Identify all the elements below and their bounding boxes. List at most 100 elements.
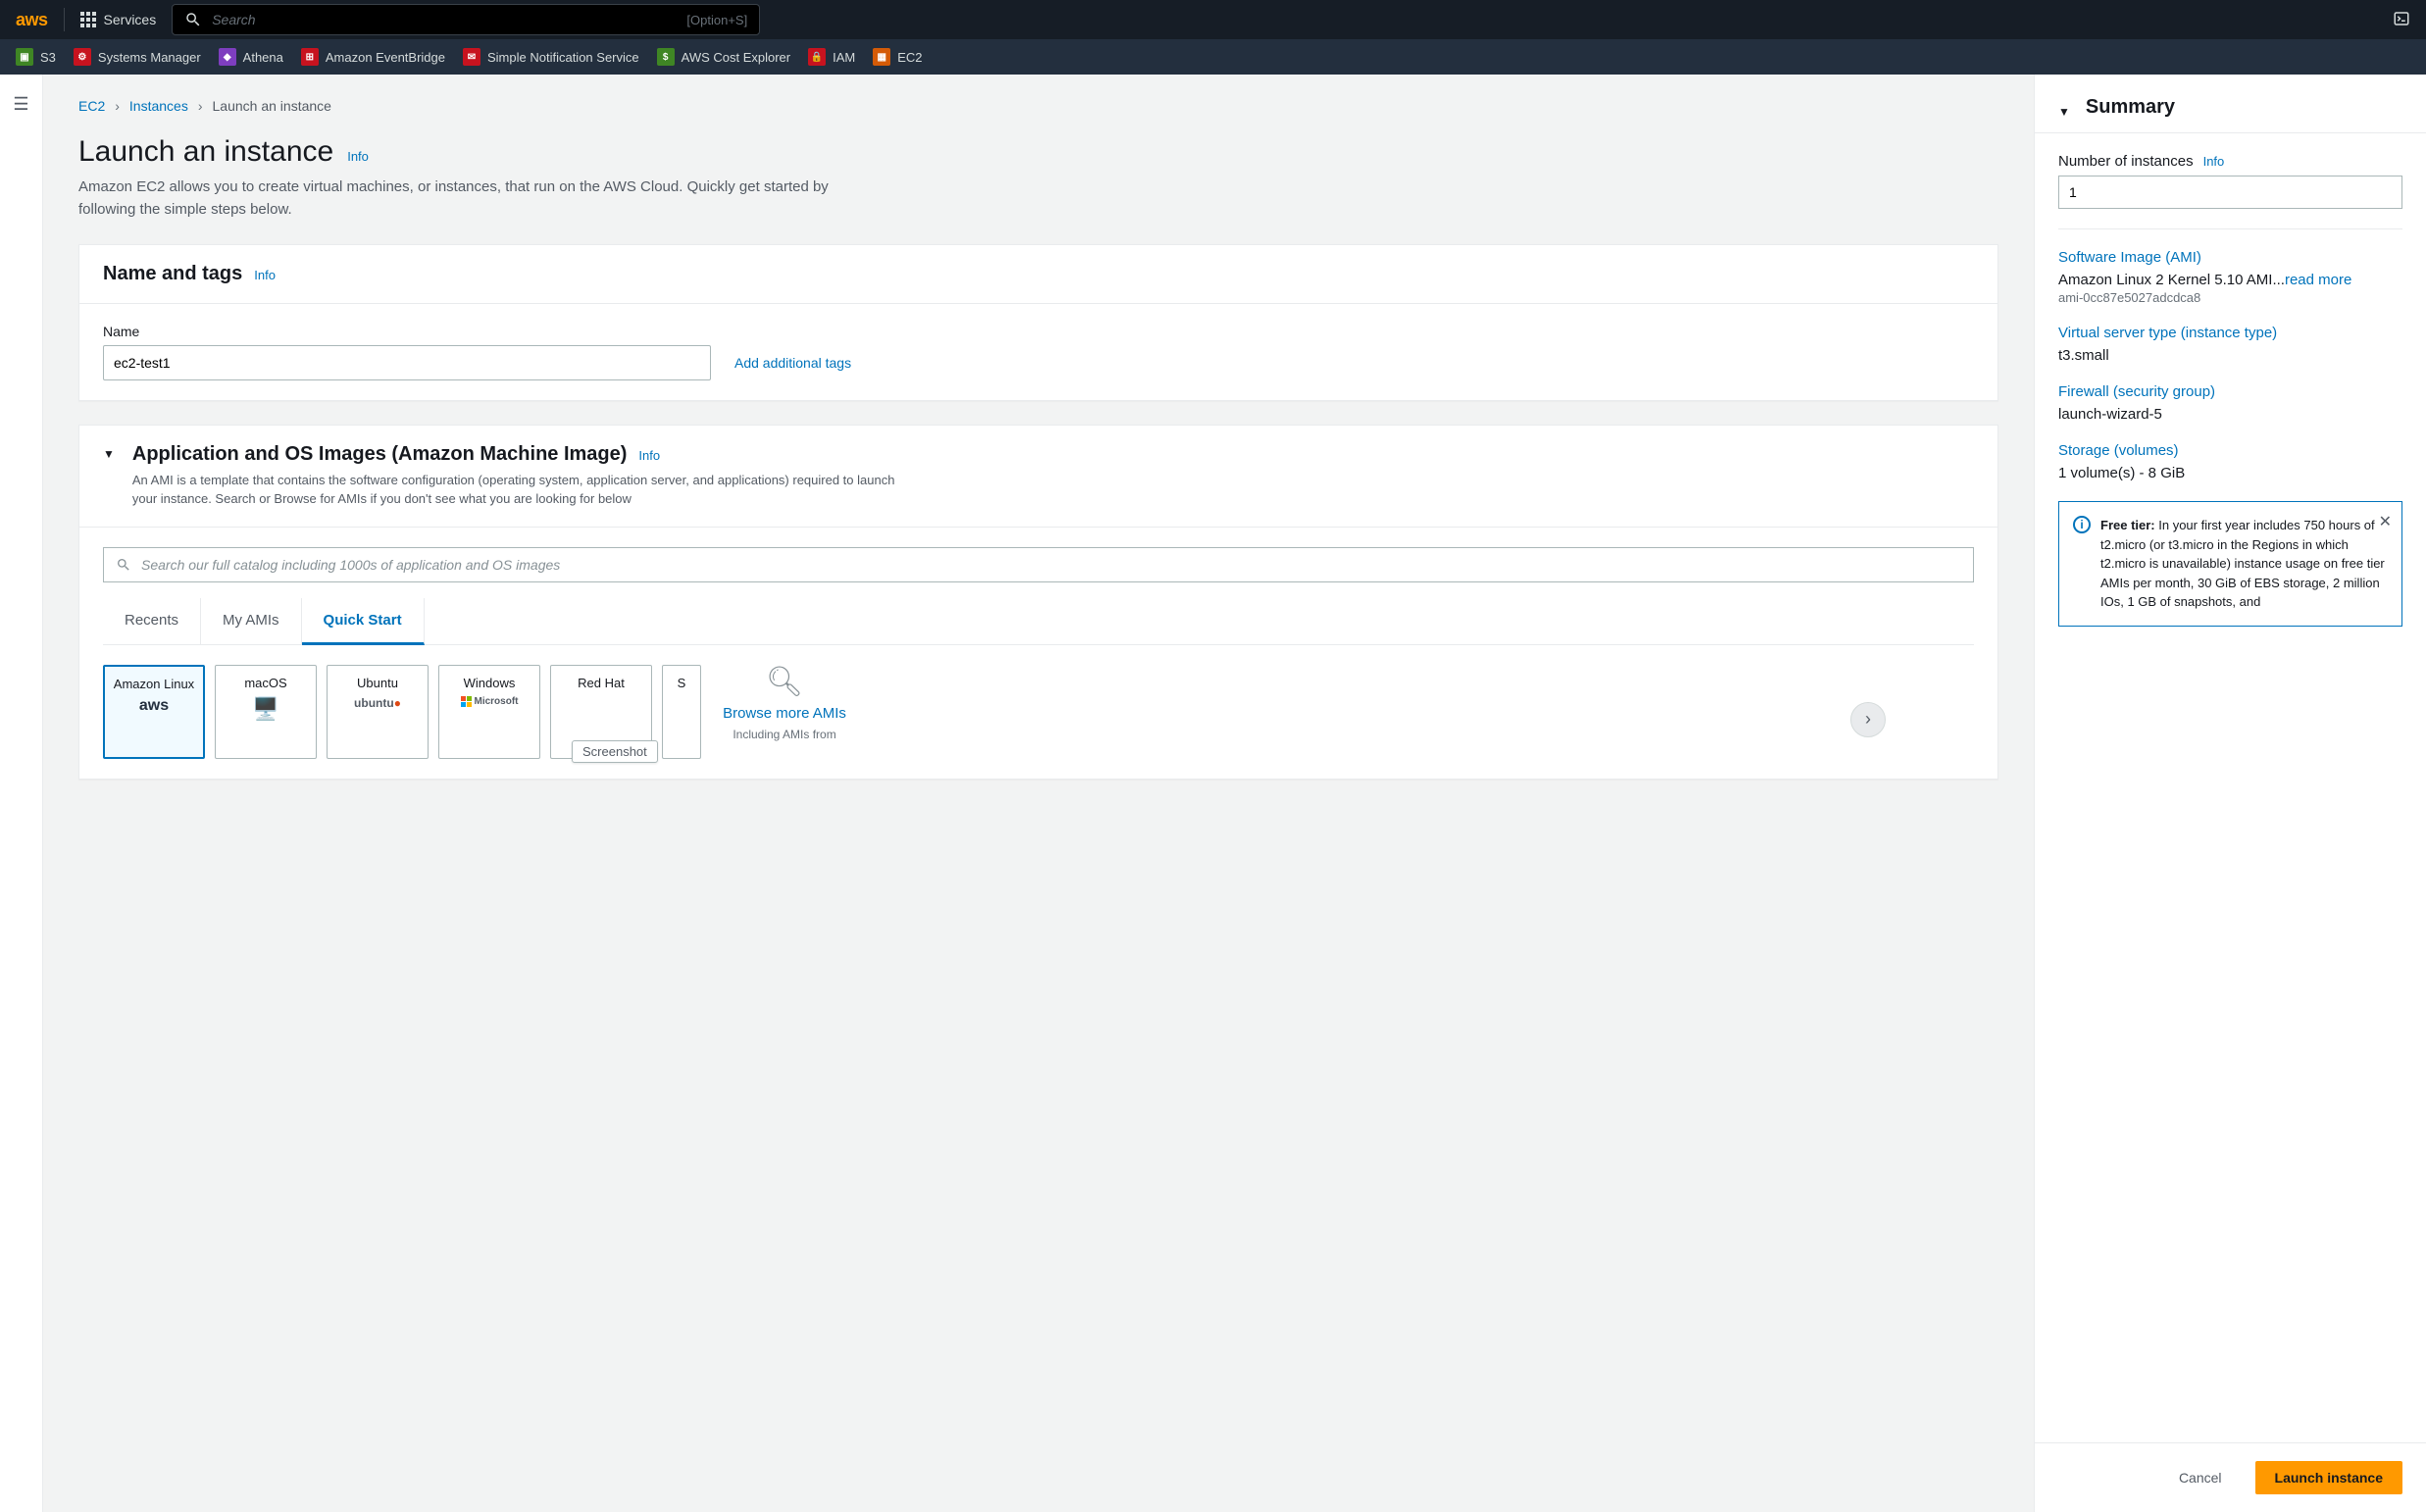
- fav-s3[interactable]: ▣ S3: [16, 48, 56, 66]
- fav-label: S3: [40, 50, 56, 65]
- aws-logo[interactable]: aws: [16, 14, 48, 26]
- free-tier-text: Free tier: In your first year includes 7…: [2100, 516, 2388, 612]
- s3-icon: ▣: [16, 48, 33, 66]
- ami-panel: ▼ Application and OS Images (Amazon Mach…: [78, 425, 1998, 780]
- storage-section-title[interactable]: Storage (volumes): [2058, 442, 2402, 459]
- cloudshell-button[interactable]: [2393, 10, 2410, 30]
- page-description: Amazon EC2 allows you to create virtual …: [78, 176, 883, 221]
- os-cards-row: Amazon Linux aws macOS 🖥️ Ubuntu ubuntu●…: [103, 665, 1974, 759]
- tab-recents[interactable]: Recents: [103, 598, 201, 644]
- page-title: Launch an instance: [78, 135, 333, 169]
- search-hint: [Option+S]: [686, 13, 747, 27]
- summary-panel: ▼ Summary Number of instances Info Softw…: [2034, 75, 2426, 1512]
- grid-icon: [80, 12, 96, 27]
- os-card-ubuntu[interactable]: Ubuntu ubuntu●: [327, 665, 429, 759]
- ubuntu-icon: ubuntu●: [354, 696, 401, 710]
- fav-label: Athena: [243, 50, 283, 65]
- os-card-macos[interactable]: macOS 🖥️: [215, 665, 317, 759]
- breadcrumb-current: Launch an instance: [213, 98, 331, 114]
- eventbridge-icon: ⊞: [301, 48, 319, 66]
- breadcrumb-ec2[interactable]: EC2: [78, 98, 105, 114]
- fav-label: Simple Notification Service: [487, 50, 639, 65]
- storage-value: 1 volume(s) - 8 GiB: [2058, 465, 2402, 481]
- name-row: Add additional tags: [103, 345, 1974, 380]
- ssm-icon: ⚙: [74, 48, 91, 66]
- summary-header: ▼ Summary: [2035, 75, 2426, 133]
- info-link[interactable]: Info: [254, 268, 276, 282]
- panel-header: Name and tags Info: [79, 245, 1997, 304]
- info-link[interactable]: Info: [638, 448, 660, 463]
- chevron-right-icon: ›: [1865, 709, 1871, 730]
- ami-tabs: Recents My AMIs Quick Start: [103, 598, 1974, 645]
- add-tags-link[interactable]: Add additional tags: [734, 355, 851, 371]
- search-icon: [116, 557, 131, 573]
- os-name: S: [678, 676, 686, 691]
- summary-body: Number of instances Info Software Image …: [2035, 133, 2426, 1442]
- fav-athena[interactable]: ◆ Athena: [219, 48, 283, 66]
- os-card-partial[interactable]: S: [662, 665, 701, 759]
- ami-text: Amazon Linux 2 Kernel 5.10 AMI...: [2058, 272, 2285, 288]
- sidebar-collapsed: ☰: [0, 75, 43, 1512]
- ami-description: An AMI is a template that contains the s…: [132, 472, 907, 509]
- page-title-row: Launch an instance Info: [78, 135, 1998, 169]
- fav-eventbridge[interactable]: ⊞Amazon EventBridge: [301, 48, 445, 66]
- ami-id: ami-0cc87e5027adcdca8: [2058, 290, 2402, 305]
- favorites-bar: ▣ S3 ⚙Systems Manager ◆ Athena ⊞Amazon Eve…: [0, 39, 2426, 75]
- os-name: Ubuntu: [357, 676, 398, 691]
- ami-search[interactable]: [103, 547, 1974, 582]
- firewall-section-title[interactable]: Firewall (security group): [2058, 383, 2402, 400]
- read-more-link[interactable]: read more: [2285, 272, 2351, 288]
- instance-name-input[interactable]: [103, 345, 711, 380]
- screenshot-badge: Screenshot: [572, 740, 658, 763]
- info-link[interactable]: Info: [2203, 154, 2225, 169]
- tab-my-amis[interactable]: My AMIs: [201, 598, 302, 644]
- caret-down-icon[interactable]: ▼: [103, 447, 115, 461]
- search-icon: [184, 11, 202, 28]
- launch-instance-button[interactable]: Launch instance: [2255, 1461, 2402, 1494]
- breadcrumb-instances[interactable]: Instances: [129, 98, 188, 114]
- browse-more-amis[interactable]: 🔍︎ Browse more AMIs Including AMIs from: [711, 665, 858, 741]
- fav-systems-manager[interactable]: ⚙Systems Manager: [74, 48, 201, 66]
- ami-section-title[interactable]: Software Image (AMI): [2058, 249, 2402, 266]
- os-card-amazon-linux[interactable]: Amazon Linux aws: [103, 665, 205, 759]
- os-name: Windows: [464, 676, 516, 691]
- type-section-title[interactable]: Virtual server type (instance type): [2058, 325, 2402, 341]
- summary-instance-type: Virtual server type (instance type) t3.s…: [2058, 325, 2402, 364]
- type-value: t3.small: [2058, 347, 2402, 364]
- close-icon[interactable]: ✕: [2379, 512, 2392, 531]
- fav-sns[interactable]: ✉Simple Notification Service: [463, 48, 639, 66]
- summary-title: Summary: [2086, 96, 2175, 119]
- info-link[interactable]: Info: [347, 149, 369, 164]
- magnify-icon: 🔍︎: [711, 665, 858, 699]
- panel-title: Name and tags: [103, 263, 242, 285]
- divider: [2058, 228, 2402, 229]
- fav-label: IAM: [833, 50, 855, 65]
- fav-cost-explorer[interactable]: $AWS Cost Explorer: [657, 48, 791, 66]
- scroll-right-button[interactable]: ›: [1850, 702, 1886, 737]
- breadcrumb: EC2 › Instances › Launch an instance: [78, 98, 1998, 114]
- top-nav: aws Services [Option+S]: [0, 0, 2426, 39]
- fav-ec2[interactable]: ▦EC2: [873, 48, 922, 66]
- iam-icon: 🔒: [808, 48, 826, 66]
- num-instances-input[interactable]: [2058, 176, 2402, 209]
- summary-firewall: Firewall (security group) launch-wizard-…: [2058, 383, 2402, 423]
- os-card-windows[interactable]: Windows Microsoft: [438, 665, 540, 759]
- ami-search-input[interactable]: [141, 557, 1961, 573]
- global-search[interactable]: [Option+S]: [172, 4, 760, 35]
- browse-more-sub: Including AMIs from: [711, 728, 858, 741]
- tab-quickstart[interactable]: Quick Start: [302, 598, 425, 645]
- hamburger-button[interactable]: ☰: [0, 94, 42, 115]
- summary-ami: Software Image (AMI) Amazon Linux 2 Kern…: [2058, 249, 2402, 305]
- label-text: Number of instances: [2058, 153, 2194, 170]
- os-name: macOS: [244, 676, 286, 691]
- os-name: Red Hat: [578, 676, 625, 691]
- chevron-right-icon: ›: [115, 98, 120, 114]
- fav-label: AWS Cost Explorer: [682, 50, 791, 65]
- search-input[interactable]: [212, 12, 677, 27]
- caret-down-icon[interactable]: ▼: [2058, 105, 2070, 119]
- panel-header: ▼ Application and OS Images (Amazon Mach…: [79, 426, 1997, 528]
- services-button[interactable]: Services: [80, 12, 157, 27]
- athena-icon: ◆: [219, 48, 236, 66]
- cancel-button[interactable]: Cancel: [2159, 1461, 2242, 1494]
- fav-iam[interactable]: 🔒 IAM: [808, 48, 855, 66]
